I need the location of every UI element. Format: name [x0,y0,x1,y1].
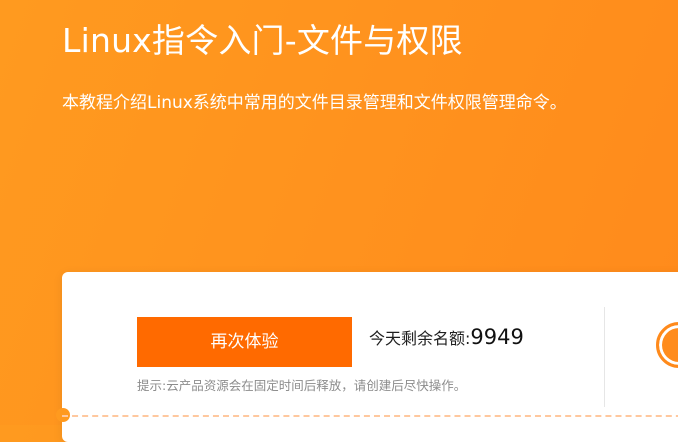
dashed-separator [62,415,678,417]
trial-card: 再次体验 今天剩余名额: 9949 提示:云产品资源会在固定时间后释放，请创建后… [56,272,678,442]
vertical-divider [604,307,605,407]
circle-action-icon[interactable] [656,322,678,368]
remaining-quota-label: 今天剩余名额: [369,329,471,348]
page-description: 本教程介绍Linux系统中常用的文件目录管理和文件权限管理命令。 [62,93,567,113]
page-title: Linux指令入门-文件与权限 [62,21,463,60]
remaining-quota-count: 9949 [470,325,524,349]
resource-release-hint: 提示:云产品资源会在固定时间后释放，请创建后尽快操作。 [137,378,467,393]
remaining-quota: 今天剩余名额: 9949 [369,325,524,357]
retry-button[interactable]: 再次体验 [137,317,352,367]
